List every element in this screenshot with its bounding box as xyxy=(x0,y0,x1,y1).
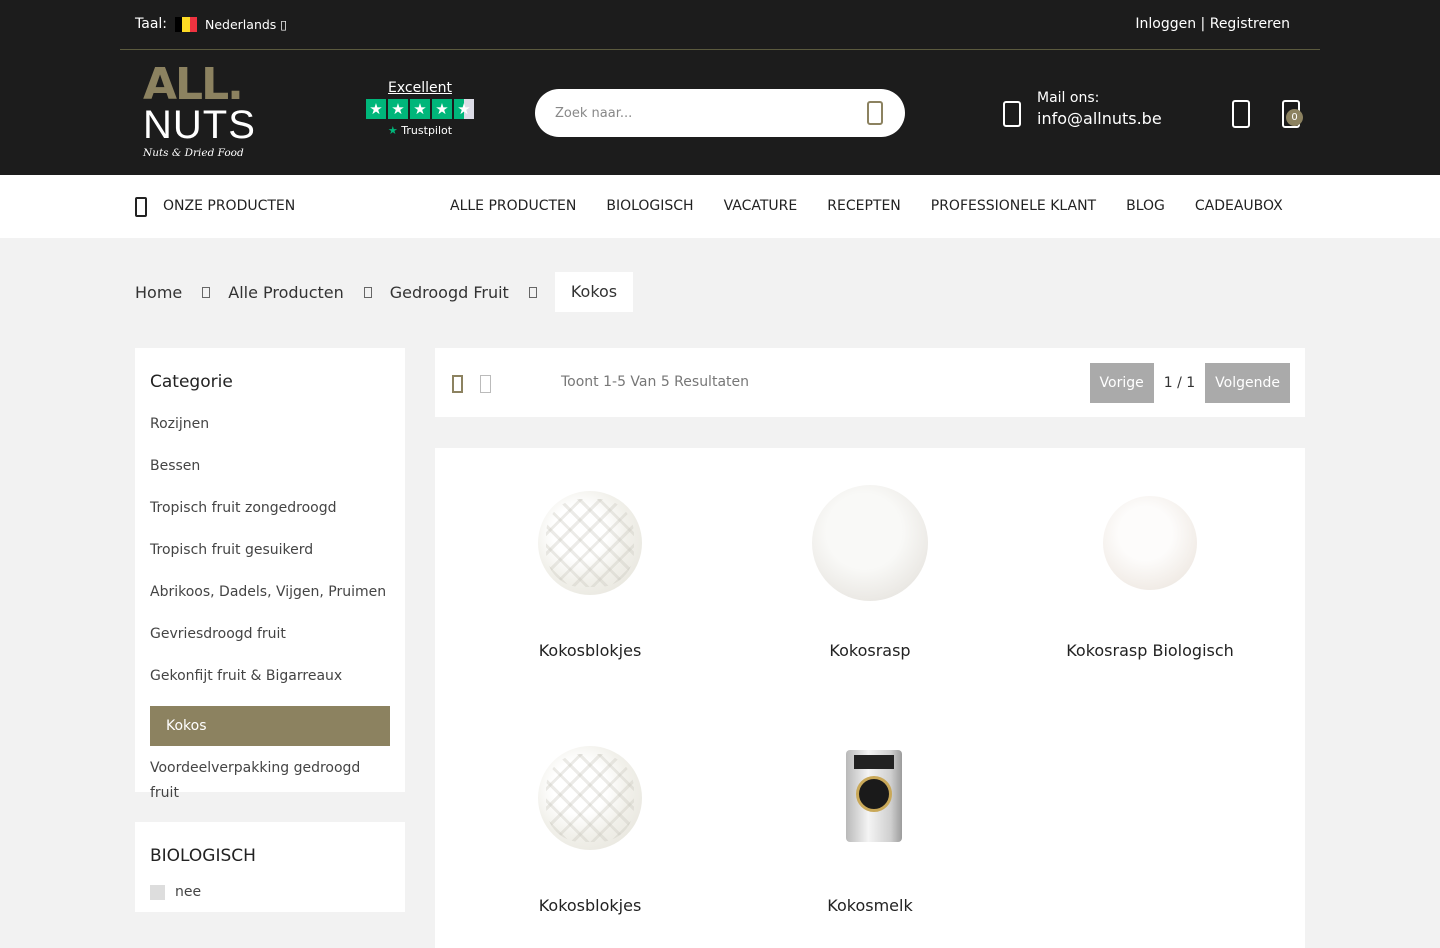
product-image[interactable] xyxy=(1090,483,1210,603)
product-card[interactable]: Kokosrasp xyxy=(730,483,1010,660)
language-label: Taal: xyxy=(135,16,167,32)
product-card[interactable]: Kokosmelk xyxy=(730,738,1010,915)
product-image[interactable] xyxy=(810,483,930,603)
nav-link-cadeaubox[interactable]: CADEAUBOX xyxy=(1195,198,1283,214)
category-item[interactable]: Gevriesdroogd fruit xyxy=(150,615,390,654)
list-view-icon[interactable] xyxy=(480,375,491,393)
nav-link-professionele-klant[interactable]: PROFESSIONELE KLANT xyxy=(931,198,1096,214)
grid-view-icon[interactable] xyxy=(452,375,463,393)
chevron-right-icon xyxy=(528,286,537,298)
results-count: Toont 1-5 Van 5 Resultaten xyxy=(561,374,749,390)
product-image[interactable] xyxy=(530,483,650,603)
category-item[interactable]: Abrikoos, Dadels, Vijgen, Pruimen xyxy=(150,573,390,612)
search-icon[interactable] xyxy=(867,101,883,125)
product-image[interactable] xyxy=(530,738,650,858)
star-icon: ★ xyxy=(410,99,430,119)
trustpilot-star-icon: ★ xyxy=(387,124,398,137)
product-name[interactable]: Kokosblokjes xyxy=(450,641,730,660)
category-list: Rozijnen Bessen Tropisch fruit zongedroo… xyxy=(150,405,390,813)
breadcrumb-home[interactable]: Home xyxy=(135,283,182,302)
nav-link-vacature[interactable]: VACATURE xyxy=(724,198,798,214)
product-card[interactable]: Kokosblokjes xyxy=(450,483,730,660)
nav-link-recepten[interactable]: RECEPTEN xyxy=(827,198,901,214)
login-register-link[interactable]: Inloggen | Registreren xyxy=(1135,16,1290,32)
category-item-active[interactable]: Kokos xyxy=(150,706,390,746)
chevron-right-icon xyxy=(363,286,372,298)
product-card[interactable]: Kokosrasp Biologisch xyxy=(1010,483,1290,660)
phone-icon xyxy=(1003,101,1021,127)
trustpilot-label: Trustpilot xyxy=(401,124,453,137)
organic-filter: BIOLOGISCH nee xyxy=(135,822,405,912)
language-switch[interactable]: Taal: Nederlands ▯ xyxy=(135,16,287,32)
nav-links: ALLE PRODUCTEN BIOLOGISCH VACATURE RECEP… xyxy=(450,198,1283,214)
category-item[interactable]: Tropisch fruit zongedroogd xyxy=(150,489,390,528)
main-nav: ONZE PRODUCTEN ALLE PRODUCTEN BIOLOGISCH… xyxy=(0,175,1440,238)
filter-title: BIOLOGISCH xyxy=(150,846,256,866)
search-input[interactable] xyxy=(555,89,855,137)
top-strip: Taal: Nederlands ▯ Inloggen | Registrere… xyxy=(120,0,1320,50)
logo-tagline: Nuts & Dried Food xyxy=(143,147,244,159)
search-bar xyxy=(535,89,905,137)
results-toolbar: Toont 1-5 Van 5 Resultaten Vorige 1 / 1 … xyxy=(435,348,1305,417)
half-star-icon: ★ xyxy=(454,99,474,119)
breadcrumb-alle-producten[interactable]: Alle Producten xyxy=(228,283,344,302)
star-icon: ★ xyxy=(366,99,386,119)
language-select[interactable]: Nederlands ▯ xyxy=(205,17,287,32)
category-item[interactable]: Rozijnen xyxy=(150,405,390,444)
breadcrumb-gedroogd-fruit[interactable]: Gedroogd Fruit xyxy=(390,283,509,302)
nav-our-products[interactable]: ONZE PRODUCTEN xyxy=(163,198,295,214)
category-item[interactable]: Gekonfijt fruit & Bigarreaux xyxy=(150,657,390,696)
nav-link-blog[interactable]: BLOG xyxy=(1126,198,1165,214)
chevron-right-icon xyxy=(202,286,211,298)
trustpilot-stars: ★ ★ ★ ★ ★ xyxy=(364,99,476,119)
star-icon: ★ xyxy=(432,99,452,119)
site-logo[interactable]: ALL. NUTS Nuts & Dried Food xyxy=(143,63,255,163)
prev-button[interactable]: Vorige xyxy=(1089,363,1154,403)
filter-option-label: nee xyxy=(175,884,202,900)
logo-all: ALL. xyxy=(143,59,244,110)
category-item[interactable]: Bessen xyxy=(150,447,390,486)
product-name[interactable]: Kokosrasp xyxy=(730,641,1010,660)
breadcrumb: Home Alle Producten Gedroogd Fruit Kokos xyxy=(135,272,634,312)
mail-label: Mail ons: xyxy=(1037,90,1100,106)
category-sidebar: Categorie Rozijnen Bessen Tropisch fruit… xyxy=(135,348,405,801)
site-header: Taal: Nederlands ▯ Inloggen | Registrere… xyxy=(0,0,1440,175)
product-name[interactable]: Kokosblokjes xyxy=(450,896,730,915)
breadcrumb-current: Kokos xyxy=(554,272,634,312)
checkbox[interactable] xyxy=(150,884,165,900)
product-image[interactable] xyxy=(810,738,930,858)
next-button[interactable]: Volgende xyxy=(1205,363,1290,403)
product-grid: Kokosblokjes Kokosrasp Kokosrasp Biologi… xyxy=(435,448,1305,948)
belgium-flag-icon xyxy=(175,16,197,32)
product-card[interactable]: Kokosblokjes xyxy=(450,738,730,915)
category-item[interactable]: Voordeelverpakking gedroogd fruit xyxy=(150,749,390,813)
star-icon: ★ xyxy=(388,99,408,119)
mail-address[interactable]: info@allnuts.be xyxy=(1037,109,1162,128)
filter-option[interactable]: nee xyxy=(150,884,390,900)
trustpilot-rating[interactable]: Excellent xyxy=(364,80,476,96)
cart-count-badge: 0 xyxy=(1286,109,1303,126)
category-item[interactable]: Tropisch fruit gesuikerd xyxy=(150,531,390,570)
product-name[interactable]: Kokosmelk xyxy=(730,896,1010,915)
sidebar-title: Categorie xyxy=(150,372,233,392)
trustpilot-widget[interactable]: Excellent ★ ★ ★ ★ ★ ★ Trustpilot xyxy=(364,80,476,137)
trustpilot-brand: ★ Trustpilot xyxy=(364,124,476,137)
menu-icon[interactable] xyxy=(135,197,147,217)
logo-nuts: NUTS xyxy=(143,103,256,147)
nav-link-alle-producten[interactable]: ALLE PRODUCTEN xyxy=(450,198,576,214)
page-indicator: 1 / 1 xyxy=(1163,375,1196,391)
auth-links[interactable]: Inloggen | Registreren xyxy=(1135,16,1290,32)
pagination: Vorige 1 / 1 Volgende xyxy=(1089,363,1290,403)
product-name[interactable]: Kokosrasp Biologisch xyxy=(1010,641,1290,660)
account-icon[interactable] xyxy=(1232,100,1250,128)
nav-link-biologisch[interactable]: BIOLOGISCH xyxy=(606,198,693,214)
